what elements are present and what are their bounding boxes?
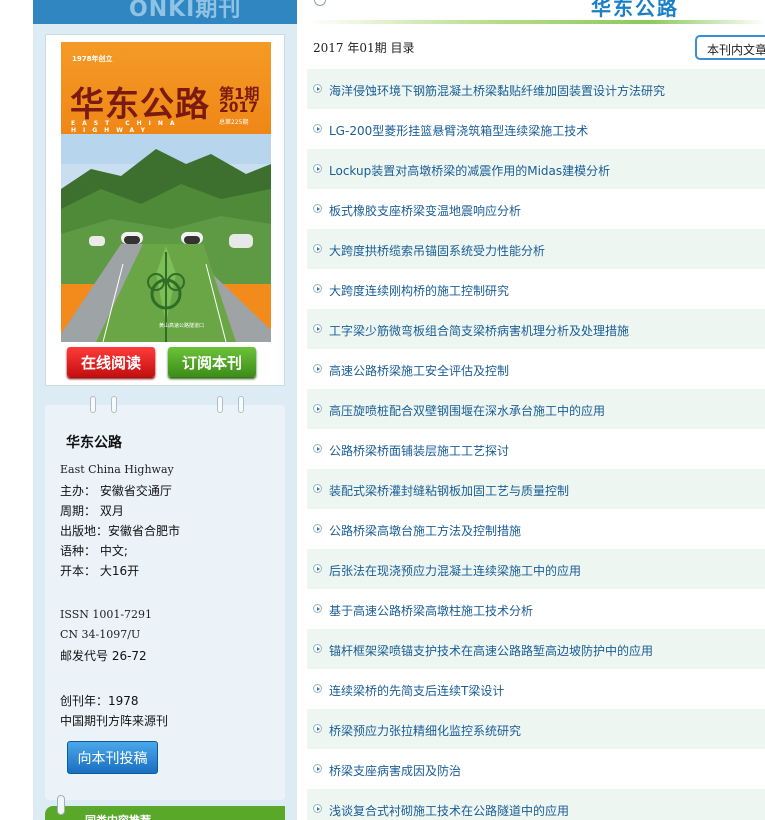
article-title-link[interactable]: 浅谈复合式衬砌施工技术在公路隧道中的应用: [329, 802, 569, 819]
article-row[interactable]: 公路桥梁桥面铺装层施工工艺探讨: [307, 429, 765, 469]
left-header-ghost-text: ONKI期刊: [129, 0, 242, 22]
cover-panel: 1978年创立 华东公路 第1期 2017 总第225期 EAST CHINA …: [45, 34, 285, 386]
info-format: 开本： 大16开: [60, 564, 140, 578]
article-row[interactable]: Lockup装置对高墩桥梁的减震作用的Midas建模分析: [307, 149, 765, 189]
bullet-arrow-icon: [313, 564, 322, 573]
cover-photo-caption: 黄山高速公路隧道口: [159, 323, 205, 329]
search-in-journal-input[interactable]: 本刊内文章: [695, 35, 765, 60]
submit-manuscript-button[interactable]: 向本刊投稿: [67, 741, 158, 774]
article-title-link[interactable]: LG-200型菱形挂篮悬臂浇筑箱型连续梁施工技术: [329, 122, 588, 139]
cover-year: 2017: [219, 100, 258, 116]
article-title-link[interactable]: 基于高速公路桥梁高墩柱施工技术分析: [329, 602, 533, 619]
bullet-arrow-icon: [313, 484, 322, 493]
article-title-link[interactable]: 连续梁桥的先简支后连续T梁设计: [329, 682, 504, 699]
article-title-link[interactable]: 工字梁少筋微弯板组合简支梁桥病害机理分析及处理措施: [329, 322, 629, 339]
bullet-arrow-icon: [313, 204, 322, 213]
content-header: [307, 0, 765, 18]
bullet-arrow-icon: [313, 764, 322, 773]
article-title-link[interactable]: 大跨度拱桥缆索吊锚固系统受力性能分析: [329, 242, 545, 259]
bullet-arrow-icon: [313, 84, 322, 93]
bullet-arrow-icon: [313, 604, 322, 613]
article-title-link[interactable]: 公路桥梁桥面铺装层施工工艺探讨: [329, 442, 509, 459]
journal-info-panel: 华东公路 East China Highway 主办： 安徽省交通厅 周期： 双…: [45, 405, 285, 800]
article-title-link[interactable]: 装配式梁桥灌封缝粘钢板加固工艺与质量控制: [329, 482, 569, 499]
article-title-link[interactable]: 大跨度连续刚构桥的施工控制研究: [329, 282, 509, 299]
article-title-link[interactable]: 高压旋喷桩配合双壁钢围堰在深水承台施工中的应用: [329, 402, 605, 419]
article-row[interactable]: 装配式梁桥灌封缝粘钢板加固工艺与质量控制: [307, 469, 765, 509]
cover-founded: 1978年创立: [72, 55, 113, 63]
article-row[interactable]: 浅谈复合式衬砌施工技术在公路隧道中的应用: [307, 789, 765, 820]
info-issn: ISSN 1001-7291: [60, 608, 153, 621]
cover-photo-highway-tunnel: [61, 134, 271, 342]
article-title-link[interactable]: 桥梁预应力张拉精细化监控系统研究: [329, 722, 521, 739]
bullet-arrow-icon: [313, 804, 322, 813]
article-title-link[interactable]: 桥梁支座病害成因及防治: [329, 762, 461, 779]
article-row[interactable]: 桥梁预应力张拉精细化监控系统研究: [307, 709, 765, 749]
binder-ring: [238, 396, 244, 413]
bullet-arrow-icon: [313, 724, 322, 733]
article-title-link[interactable]: 板式橡胶支座桥梁变温地震响应分析: [329, 202, 521, 219]
binder-ring: [57, 795, 65, 815]
info-location: 出版地：安徽省合肥市: [60, 524, 181, 538]
article-row[interactable]: 基于高速公路桥梁高墩柱施工技术分析: [307, 589, 765, 629]
info-source: 中国期刊方阵来源刊: [60, 714, 169, 728]
toc-issue-label: 2017 年01期 目录: [313, 41, 415, 55]
info-journal-title: 华东公路: [66, 435, 122, 451]
info-language: 语种： 中文;: [60, 544, 128, 558]
header-divider: [307, 20, 765, 24]
article-title-link[interactable]: 锚杆框架梁喷锚支护技术在高速公路路堑高边坡防护中的应用: [329, 642, 653, 659]
info-period: 周期： 双月: [60, 504, 124, 518]
article-row[interactable]: 高压旋喷桩配合双壁钢围堰在深水承台施工中的应用: [307, 389, 765, 429]
left-header-bar: ONKI期刊: [33, 0, 297, 24]
info-english-name: East China Highway: [60, 463, 174, 476]
article-title-link[interactable]: 海洋侵蚀环境下钢筋混凝土桥梁黏贴纤维加固装置设计方法研究: [329, 82, 665, 99]
journal-heading: 华东公路: [591, 0, 679, 20]
info-cn: CN 34-1097/U: [60, 628, 141, 641]
bullet-arrow-icon: [313, 164, 322, 173]
related-content-tab[interactable]: 同类内容推荐: [45, 806, 285, 820]
article-row[interactable]: 大跨度拱桥缆索吊锚固系统受力性能分析: [307, 229, 765, 269]
bullet-arrow-icon: [313, 444, 322, 453]
article-row[interactable]: 锚杆框架梁喷锚支护技术在高速公路路堑高边坡防护中的应用: [307, 629, 765, 669]
info-postal-code: 邮发代号 26-72: [60, 649, 147, 663]
binder-ring: [217, 396, 223, 413]
info-sponsor: 主办： 安徽省交通厅: [60, 484, 172, 498]
bullet-arrow-icon: [313, 524, 322, 533]
bullet-arrow-icon: [313, 684, 322, 693]
article-title-link[interactable]: 后张法在现浇预应力混凝土连续梁施工中的应用: [329, 562, 581, 579]
read-online-button[interactable]: 在线阅读: [67, 347, 155, 377]
article-title-link[interactable]: 公路桥梁高墩台施工方法及控制措施: [329, 522, 521, 539]
article-row[interactable]: 板式橡胶支座桥梁变温地震响应分析: [307, 189, 765, 229]
article-row[interactable]: 海洋侵蚀环境下钢筋混凝土桥梁黏贴纤维加固装置设计方法研究: [307, 69, 765, 109]
binder-ring: [111, 396, 117, 413]
article-row[interactable]: 连续梁桥的先简支后连续T梁设计: [307, 669, 765, 709]
info-founded-year: 创刊年：1978: [60, 694, 139, 708]
bullet-arrow-icon: [313, 364, 322, 373]
article-row[interactable]: 工字梁少筋微弯板组合简支梁桥病害机理分析及处理措施: [307, 309, 765, 349]
article-row[interactable]: 大跨度连续刚构桥的施工控制研究: [307, 269, 765, 309]
cover-title: 华东公路: [70, 85, 210, 125]
article-row[interactable]: 公路桥梁高墩台施工方法及控制措施: [307, 509, 765, 549]
bullet-arrow-icon: [313, 244, 322, 253]
bullet-arrow-icon: [313, 404, 322, 413]
subscribe-button[interactable]: 订阅本刊: [168, 347, 256, 377]
article-row[interactable]: 桥梁支座病害成因及防治: [307, 749, 765, 789]
article-title-link[interactable]: 高速公路桥梁施工安全评估及控制: [329, 362, 509, 379]
article-title-link[interactable]: Lockup装置对高墩桥梁的减震作用的Midas建模分析: [329, 162, 610, 179]
bullet-arrow-icon: [313, 284, 322, 293]
related-content-label: 同类内容推荐: [85, 812, 151, 820]
article-row[interactable]: LG-200型菱形挂篮悬臂浇筑箱型连续梁施工技术: [307, 109, 765, 149]
cover-english-title: EAST CHINA HIGHWAY: [71, 120, 182, 134]
journal-cover-image[interactable]: 1978年创立 华东公路 第1期 2017 总第225期 EAST CHINA …: [61, 42, 271, 342]
binder-ring: [90, 396, 96, 413]
article-row[interactable]: 后张法在现浇预应力混凝土连续梁施工中的应用: [307, 549, 765, 589]
article-row[interactable]: 高速公路桥梁施工安全评估及控制: [307, 349, 765, 389]
bullet-arrow-icon: [313, 324, 322, 333]
bullet-arrow-icon: [313, 644, 322, 653]
bullet-arrow-icon: [313, 124, 322, 133]
